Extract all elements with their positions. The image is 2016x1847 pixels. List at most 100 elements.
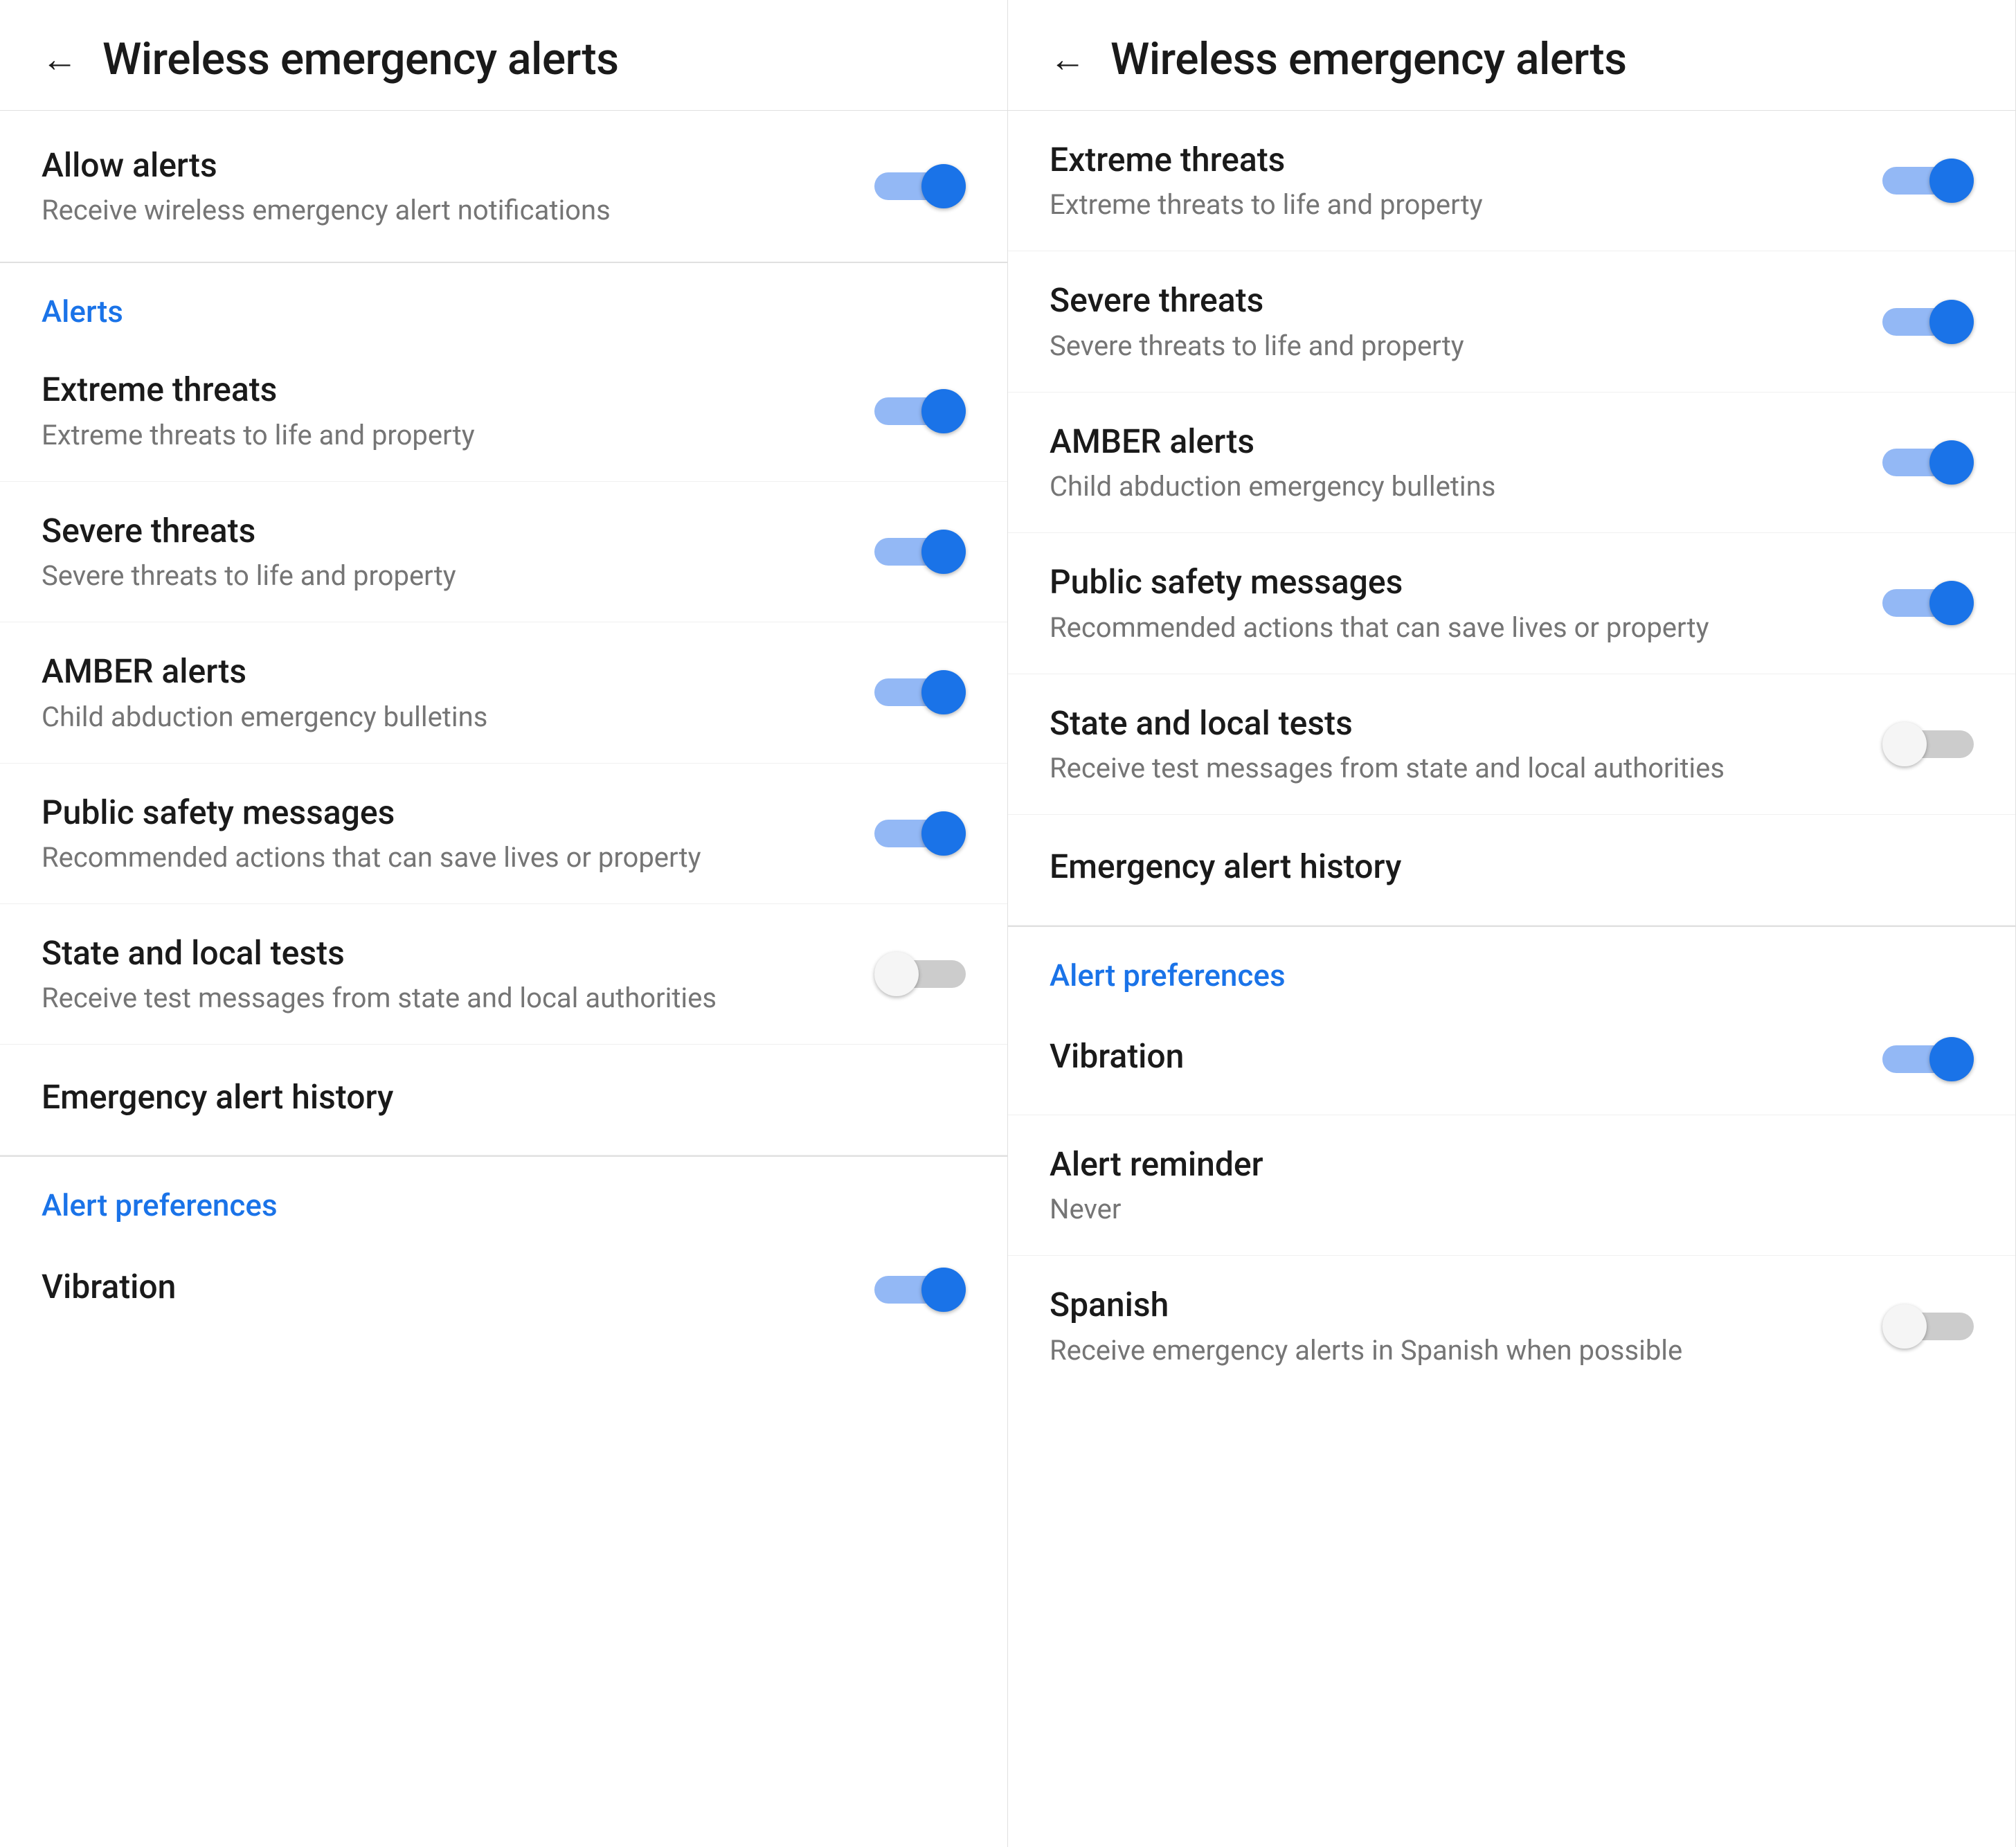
r-state-local-tests-setting: State and local tests Receive test messa… <box>1008 674 2015 815</box>
r-public-safety-toggle[interactable] <box>1882 578 1974 628</box>
left-back-button[interactable]: ← <box>42 42 78 78</box>
r-extreme-threats-toggle[interactable] <box>1882 156 1974 206</box>
public-safety-title: Public safety messages <box>42 791 847 834</box>
r-severe-threats-title: Severe threats <box>1050 279 1855 322</box>
preferences-section-header: Alert preferences <box>0 1157 1007 1234</box>
vibration-setting: Vibration <box>0 1234 1007 1345</box>
r-amber-alerts-toggle[interactable] <box>1882 438 1974 487</box>
allow-alerts-title: Allow alerts <box>42 144 847 187</box>
r-extreme-threats-text: Extreme threats Extreme threats to life … <box>1050 138 1882 223</box>
severe-threats-title: Severe threats <box>42 510 847 552</box>
vibration-toggle-thumb <box>921 1268 966 1312</box>
emergency-history-text: Emergency alert history <box>42 1076 966 1124</box>
amber-alerts-text: AMBER alerts Child abduction emergency b… <box>42 650 874 735</box>
r-amber-alerts-toggle-thumb <box>1929 440 1974 485</box>
r-spanish-toggle[interactable] <box>1882 1301 1974 1351</box>
r-vibration-title: Vibration <box>1050 1035 1855 1078</box>
allow-alerts-toggle[interactable] <box>874 161 966 211</box>
r-severe-threats-setting: Severe threats Severe threats to life an… <box>1008 251 2015 392</box>
r-vibration-setting: Vibration <box>1008 1004 2015 1115</box>
right-back-button[interactable]: ← <box>1050 42 1086 78</box>
r-amber-alerts-text: AMBER alerts Child abduction emergency b… <box>1050 420 1882 505</box>
r-state-local-tests-title: State and local tests <box>1050 702 1855 745</box>
r-public-safety-title: Public safety messages <box>1050 561 1855 604</box>
r-spanish-setting: Spanish Receive emergency alerts in Span… <box>1008 1256 2015 1396</box>
r-spanish-subtitle: Receive emergency alerts in Spanish when… <box>1050 1333 1855 1369</box>
r-public-safety-subtitle: Recommended actions that can save lives … <box>1050 610 1855 646</box>
extreme-threats-setting: Extreme threats Extreme threats to life … <box>0 341 1007 481</box>
r-state-local-tests-subtitle: Receive test messages from state and loc… <box>1050 750 1855 786</box>
extreme-threats-title: Extreme threats <box>42 368 847 411</box>
r-extreme-threats-subtitle: Extreme threats to life and property <box>1050 187 1855 223</box>
r-vibration-text: Vibration <box>1050 1035 1882 1083</box>
amber-alerts-toggle[interactable] <box>874 667 966 717</box>
r-emergency-history-title: Emergency alert history <box>1050 845 1946 888</box>
r-spanish-toggle-thumb <box>1882 1304 1927 1349</box>
r-spanish-title: Spanish <box>1050 1283 1855 1326</box>
vibration-toggle[interactable] <box>874 1265 966 1315</box>
r-public-safety-setting: Public safety messages Recommended actio… <box>1008 533 2015 674</box>
emergency-history-setting[interactable]: Emergency alert history <box>0 1045 1007 1155</box>
r-amber-alerts-setting: AMBER alerts Child abduction emergency b… <box>1008 393 2015 533</box>
left-panel: ← Wireless emergency alerts Allow alerts… <box>0 0 1008 1847</box>
r-alert-reminder-title: Alert reminder <box>1050 1143 1946 1186</box>
r-alert-reminder-setting[interactable]: Alert reminder Never <box>1008 1115 2015 1256</box>
r-vibration-toggle-thumb <box>1929 1037 1974 1081</box>
extreme-threats-toggle-thumb <box>921 389 966 433</box>
public-safety-toggle-thumb <box>921 811 966 856</box>
state-local-tests-title: State and local tests <box>42 932 847 975</box>
public-safety-subtitle: Recommended actions that can save lives … <box>42 840 847 876</box>
right-header: ← Wireless emergency alerts <box>1008 0 2015 111</box>
r-extreme-threats-setting: Extreme threats Extreme threats to life … <box>1008 111 2015 251</box>
r-alert-reminder-subtitle: Never <box>1050 1191 1946 1227</box>
state-local-tests-toggle[interactable] <box>874 949 966 999</box>
state-local-tests-text: State and local tests Receive test messa… <box>42 932 874 1016</box>
amber-alerts-toggle-thumb <box>921 670 966 714</box>
public-safety-setting: Public safety messages Recommended actio… <box>0 764 1007 904</box>
state-local-tests-setting: State and local tests Receive test messa… <box>0 904 1007 1045</box>
left-page-title: Wireless emergency alerts <box>102 33 619 85</box>
r-emergency-history-setting[interactable]: Emergency alert history <box>1008 815 2015 926</box>
allow-alerts-toggle-thumb <box>921 164 966 208</box>
vibration-text: Vibration <box>42 1265 874 1314</box>
amber-alerts-subtitle: Child abduction emergency bulletins <box>42 699 847 735</box>
amber-alerts-setting: AMBER alerts Child abduction emergency b… <box>0 622 1007 763</box>
amber-alerts-title: AMBER alerts <box>42 650 847 693</box>
extreme-threats-text: Extreme threats Extreme threats to life … <box>42 368 874 453</box>
state-local-tests-subtitle: Receive test messages from state and loc… <box>42 980 847 1016</box>
alerts-section-header: Alerts <box>0 263 1007 341</box>
r-amber-alerts-subtitle: Child abduction emergency bulletins <box>1050 469 1855 505</box>
r-severe-threats-toggle[interactable] <box>1882 297 1974 347</box>
severe-threats-setting: Severe threats Severe threats to life an… <box>0 482 1007 622</box>
left-content: Allow alerts Receive wireless emergency … <box>0 111 1007 1847</box>
state-local-tests-toggle-thumb <box>874 952 919 996</box>
r-emergency-history-text: Emergency alert history <box>1050 845 1974 894</box>
r-preferences-section-header: Alert preferences <box>1008 927 2015 1004</box>
r-extreme-threats-toggle-thumb <box>1929 159 1974 203</box>
left-header: ← Wireless emergency alerts <box>0 0 1007 111</box>
r-amber-alerts-title: AMBER alerts <box>1050 420 1855 463</box>
severe-threats-text: Severe threats Severe threats to life an… <box>42 510 874 594</box>
r-alert-reminder-text: Alert reminder Never <box>1050 1143 1974 1227</box>
r-vibration-toggle[interactable] <box>1882 1034 1974 1084</box>
r-severe-threats-subtitle: Severe threats to life and property <box>1050 328 1855 364</box>
severe-threats-subtitle: Severe threats to life and property <box>42 558 847 594</box>
extreme-threats-subtitle: Extreme threats to life and property <box>42 417 847 453</box>
severe-threats-toggle[interactable] <box>874 527 966 577</box>
public-safety-text: Public safety messages Recommended actio… <box>42 791 874 876</box>
r-public-safety-toggle-thumb <box>1929 581 1974 625</box>
r-state-local-tests-toggle-thumb <box>1882 722 1927 766</box>
allow-alerts-subtitle: Receive wireless emergency alert notific… <box>42 192 847 228</box>
severe-threats-toggle-thumb <box>921 530 966 574</box>
public-safety-toggle[interactable] <box>874 809 966 858</box>
r-public-safety-text: Public safety messages Recommended actio… <box>1050 561 1882 645</box>
extreme-threats-toggle[interactable] <box>874 386 966 436</box>
r-state-local-tests-text: State and local tests Receive test messa… <box>1050 702 1882 786</box>
r-state-local-tests-toggle[interactable] <box>1882 719 1974 769</box>
emergency-history-title: Emergency alert history <box>42 1076 938 1119</box>
allow-alerts-setting: Allow alerts Receive wireless emergency … <box>0 111 1007 263</box>
right-content: Extreme threats Extreme threats to life … <box>1008 111 2015 1847</box>
r-spanish-text: Spanish Receive emergency alerts in Span… <box>1050 1283 1882 1368</box>
vibration-title: Vibration <box>42 1265 847 1308</box>
r-severe-threats-text: Severe threats Severe threats to life an… <box>1050 279 1882 363</box>
